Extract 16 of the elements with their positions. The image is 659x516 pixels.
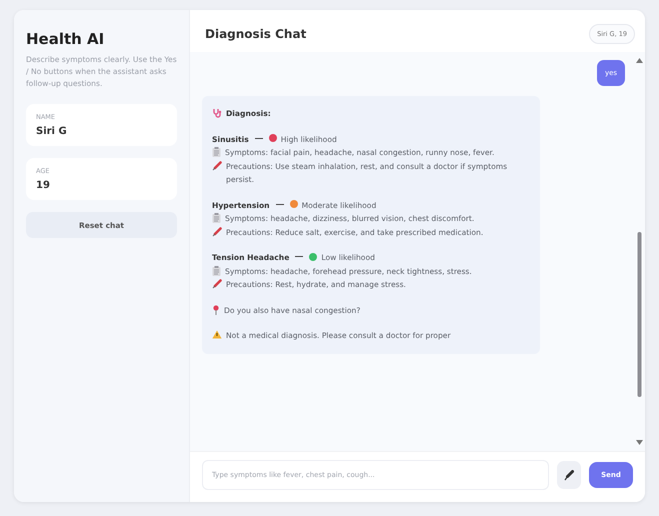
warning-icon <box>212 330 222 339</box>
app-title: Health AI <box>26 30 106 48</box>
clipboard-icon <box>212 213 221 223</box>
stethoscope-icon <box>212 108 222 118</box>
scroll-up-icon[interactable] <box>636 58 642 63</box>
microphone-button[interactable] <box>557 461 581 489</box>
field-value: Siri G <box>36 126 68 137</box>
syringe-icon <box>212 226 222 236</box>
syringe-icon <box>212 279 222 289</box>
pin-icon <box>212 304 220 314</box>
clipboard-icon <box>212 266 221 276</box>
syringe-icon <box>212 160 222 170</box>
scroll-down-icon[interactable] <box>636 440 642 445</box>
chat-title: Diagnosis Chat <box>205 27 306 41</box>
clipboard-icon <box>212 147 221 157</box>
field-value: 19 <box>36 180 51 191</box>
